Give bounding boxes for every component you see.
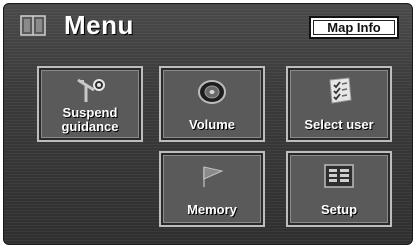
select-user-label: Select user (304, 117, 374, 132)
menu-book-icon (20, 15, 46, 36)
memory-button[interactable]: Memory (159, 151, 265, 227)
select-user-button[interactable]: Select user (286, 66, 392, 142)
setup-label: Setup (320, 202, 358, 217)
map-info-button[interactable]: Map Info (309, 16, 399, 39)
menu-screen: Menu Map Info Suspend guidance Volume Se… (3, 3, 413, 245)
suspend-guidance-label-line2: guidance (61, 119, 119, 134)
setup-button[interactable]: Setup (286, 151, 392, 227)
suspend-guidance-icon (77, 78, 105, 102)
suspend-guidance-label-line1: Suspend (62, 105, 118, 120)
volume-button[interactable]: Volume (159, 66, 265, 142)
checklist-icon (329, 77, 352, 104)
suspend-guidance-button[interactable]: Suspend guidance (37, 66, 143, 142)
volume-label: Volume (189, 117, 235, 132)
setup-list-icon (324, 164, 354, 188)
suspend-guidance-label: Suspend guidance (39, 106, 141, 134)
memory-label: Memory (187, 202, 237, 217)
page-title: Menu (64, 10, 134, 40)
header: Menu Map Info (4, 4, 412, 44)
flag-icon (203, 166, 224, 187)
speaker-icon (198, 80, 226, 104)
